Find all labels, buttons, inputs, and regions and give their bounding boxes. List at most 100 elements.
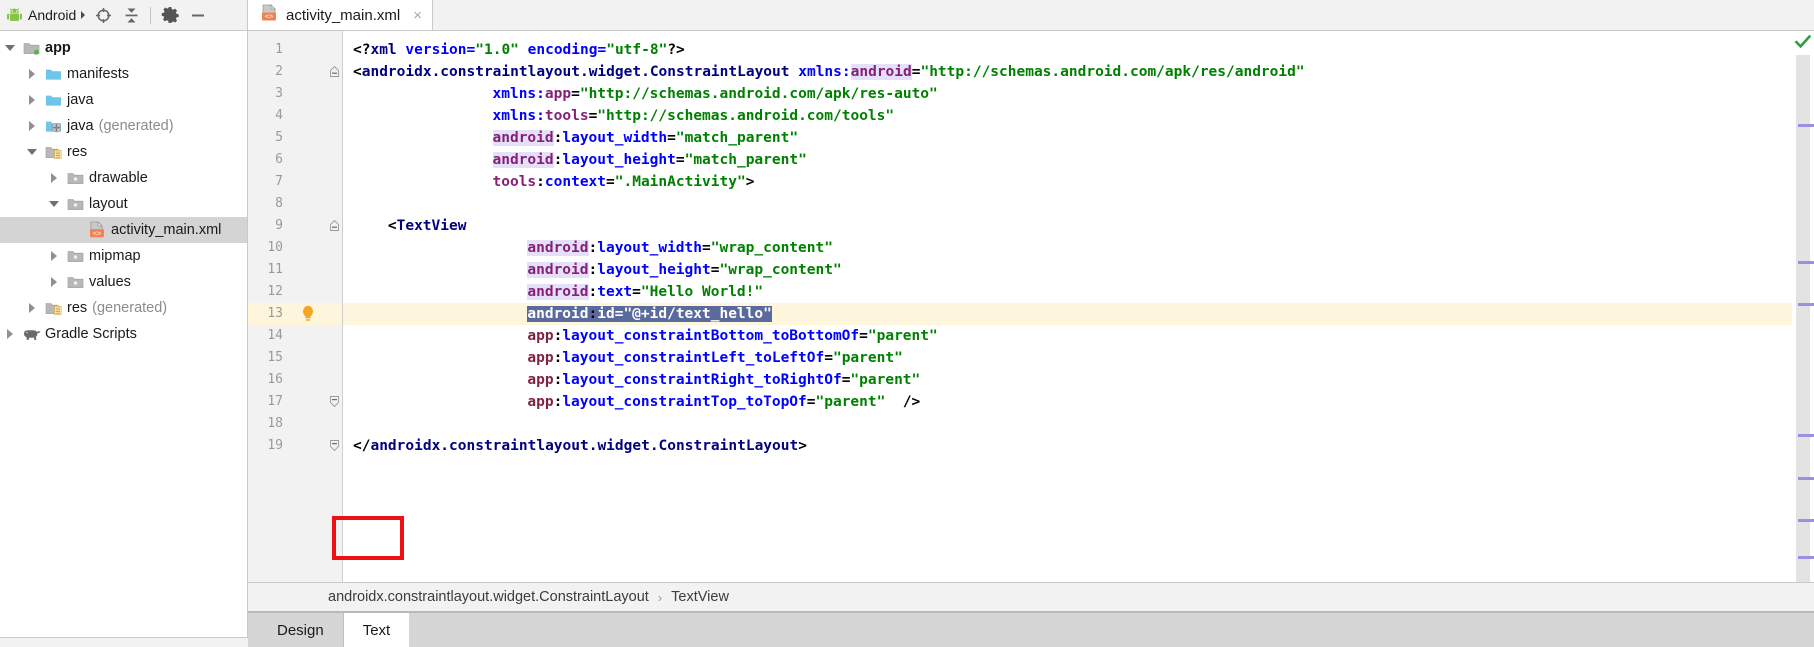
code-fold-toggle-icon[interactable] bbox=[328, 65, 341, 79]
code-fold-toggle-icon[interactable] bbox=[328, 395, 341, 409]
code-line[interactable]: app:layout_constraintRight_toRightOf="pa… bbox=[343, 369, 1792, 391]
tree-item-mipmap[interactable]: mipmap bbox=[0, 243, 247, 269]
tree-item-gradle-scripts[interactable]: Gradle Scripts bbox=[0, 321, 247, 347]
code-token: : bbox=[588, 284, 598, 300]
code-line[interactable]: xmlns:tools="http://schemas.android.com/… bbox=[343, 105, 1792, 127]
minimize-icon[interactable] bbox=[184, 2, 212, 28]
fold-slot bbox=[328, 39, 342, 61]
locate-target-icon[interactable] bbox=[89, 2, 117, 28]
code-token: "http://schemas.android.com/tools" bbox=[597, 108, 895, 124]
code-editor[interactable]: 1 2 3 4 5 6 7 8 9 10 11 12 13 14 15 16 17 18 19 bbox=[248, 31, 1814, 582]
chevron-down-icon[interactable] bbox=[22, 149, 42, 155]
code-line[interactable]: app:layout_constraintTop_toTopOf="parent… bbox=[343, 391, 1792, 413]
editor-marker-rail[interactable] bbox=[1792, 31, 1814, 582]
fold-slot bbox=[328, 105, 342, 127]
code-token: ?> bbox=[667, 42, 685, 58]
chevron-right-icon: › bbox=[657, 589, 663, 605]
project-tree[interactable]: app manifests java java (generated) res d… bbox=[0, 31, 248, 647]
code-folding-column[interactable] bbox=[328, 31, 343, 582]
chevron-down-icon[interactable] bbox=[44, 201, 64, 207]
tree-item-res[interactable]: res (generated) bbox=[0, 295, 247, 321]
lightbulb-intention-icon[interactable] bbox=[299, 304, 317, 324]
tree-item-app[interactable]: app bbox=[0, 35, 247, 61]
chevron-down-icon[interactable] bbox=[81, 11, 86, 19]
code-token: "1.0" bbox=[475, 42, 519, 58]
scrollbar-track[interactable] bbox=[1796, 55, 1814, 582]
code-token: context bbox=[544, 174, 607, 190]
line-number: 12 bbox=[267, 284, 283, 299]
code-line[interactable]: tools:context=".MainActivity"> bbox=[343, 171, 1792, 193]
scrollbar-marker[interactable] bbox=[1798, 261, 1814, 264]
tree-item-label: activity_main.xml bbox=[111, 222, 222, 238]
scrollbar-marker[interactable] bbox=[1798, 519, 1814, 522]
code-token: layout_width bbox=[562, 130, 668, 146]
chevron-down-icon[interactable] bbox=[0, 45, 20, 51]
code-line[interactable]: android:layout_width="match_parent" bbox=[343, 127, 1792, 149]
code-line[interactable] bbox=[343, 193, 1792, 215]
scrollbar-marker[interactable] bbox=[1798, 434, 1814, 437]
chevron-right-icon[interactable] bbox=[22, 95, 42, 105]
tree-item-java[interactable]: java bbox=[0, 87, 247, 113]
scrollbar-marker[interactable] bbox=[1798, 556, 1814, 559]
code-line[interactable]: </androidx.constraintlayout.widget.Const… bbox=[343, 435, 1792, 457]
scrollbar-marker[interactable] bbox=[1798, 303, 1814, 306]
code-line[interactable]: android:id="@+id/text_hello" bbox=[343, 303, 1792, 325]
line-number: 5 bbox=[275, 130, 283, 145]
fold-slot bbox=[328, 413, 342, 435]
code-line[interactable]: app:layout_constraintBottom_toBottomOf="… bbox=[343, 325, 1792, 347]
code-line[interactable]: <androidx.constraintlayout.widget.Constr… bbox=[343, 61, 1792, 83]
tree-item-label: layout bbox=[89, 196, 128, 212]
tab-design[interactable]: Design bbox=[258, 613, 344, 647]
chevron-right-icon[interactable] bbox=[22, 303, 42, 313]
chevron-right-icon[interactable] bbox=[0, 329, 20, 339]
code-token: xmlns: bbox=[798, 64, 851, 80]
code-line-text: tools:context=".MainActivity"> bbox=[493, 174, 755, 190]
tree-item-drawable[interactable]: drawable bbox=[0, 165, 247, 191]
tree-item-values[interactable]: values bbox=[0, 269, 247, 295]
code-line[interactable]: xmlns:app="http://schemas.android.com/ap… bbox=[343, 83, 1792, 105]
close-icon[interactable]: × bbox=[413, 8, 422, 23]
code-line[interactable]: app:layout_constraintLeft_toLeftOf="pare… bbox=[343, 347, 1792, 369]
code-line[interactable]: android:text="Hello World!" bbox=[343, 281, 1792, 303]
tree-item-activity-main-xml[interactable]: <> activity_main.xml bbox=[0, 217, 247, 243]
chevron-right-icon[interactable] bbox=[22, 69, 42, 79]
code-line[interactable]: android:layout_height="match_parent" bbox=[343, 149, 1792, 171]
tree-item-manifests[interactable]: manifests bbox=[0, 61, 247, 87]
project-view-selector[interactable]: Android bbox=[6, 7, 86, 24]
tree-item-java[interactable]: java (generated) bbox=[0, 113, 247, 139]
gear-icon[interactable] bbox=[156, 2, 184, 28]
line-number: 4 bbox=[275, 108, 283, 123]
code-line[interactable]: android:layout_height="wrap_content" bbox=[343, 259, 1792, 281]
tree-item-layout[interactable]: layout bbox=[0, 191, 247, 217]
gutter-icon-column[interactable] bbox=[292, 31, 328, 582]
scrollbar-marker[interactable] bbox=[1798, 477, 1814, 480]
line-number: 1 bbox=[275, 42, 283, 57]
collapse-all-icon[interactable] bbox=[117, 2, 145, 28]
chevron-right-icon[interactable] bbox=[44, 251, 64, 261]
gray-folder-icon bbox=[64, 249, 86, 264]
editor-tab-activity-main[interactable]: <> activity_main.xml × bbox=[248, 0, 433, 30]
code-line[interactable]: <TextView bbox=[343, 215, 1792, 237]
breadcrumb[interactable]: androidx.constraintlayout.widget.Constra… bbox=[248, 582, 1814, 611]
code-token: id bbox=[597, 306, 615, 322]
code-text-area[interactable]: <?xml version="1.0" encoding="utf-8"?> <a… bbox=[343, 31, 1792, 582]
code-token: : bbox=[588, 240, 598, 256]
fold-slot bbox=[328, 325, 342, 347]
chevron-right-icon[interactable] bbox=[44, 173, 64, 183]
tree-item-res[interactable]: res bbox=[0, 139, 247, 165]
code-fold-toggle-icon[interactable] bbox=[328, 439, 341, 453]
tab-bar-empty-area bbox=[409, 613, 1814, 647]
chevron-right-icon[interactable] bbox=[22, 121, 42, 131]
code-line-text: app:layout_constraintTop_toTopOf="parent… bbox=[527, 394, 920, 410]
chevron-right-icon[interactable] bbox=[44, 277, 64, 287]
tree-item-label: res bbox=[67, 144, 88, 160]
scrollbar-marker[interactable] bbox=[1798, 124, 1814, 127]
breadcrumb-part-0[interactable]: androidx.constraintlayout.widget.Constra… bbox=[328, 589, 649, 605]
code-line[interactable]: <?xml version="1.0" encoding="utf-8"?> bbox=[343, 39, 1792, 61]
breadcrumb-part-1[interactable]: TextView bbox=[671, 589, 729, 605]
tab-text[interactable]: Text bbox=[343, 613, 410, 647]
code-line[interactable]: android:layout_width="wrap_content" bbox=[343, 237, 1792, 259]
tree-item-label: app bbox=[45, 40, 71, 56]
code-fold-toggle-icon[interactable] bbox=[328, 219, 341, 233]
code-line[interactable] bbox=[343, 413, 1792, 435]
